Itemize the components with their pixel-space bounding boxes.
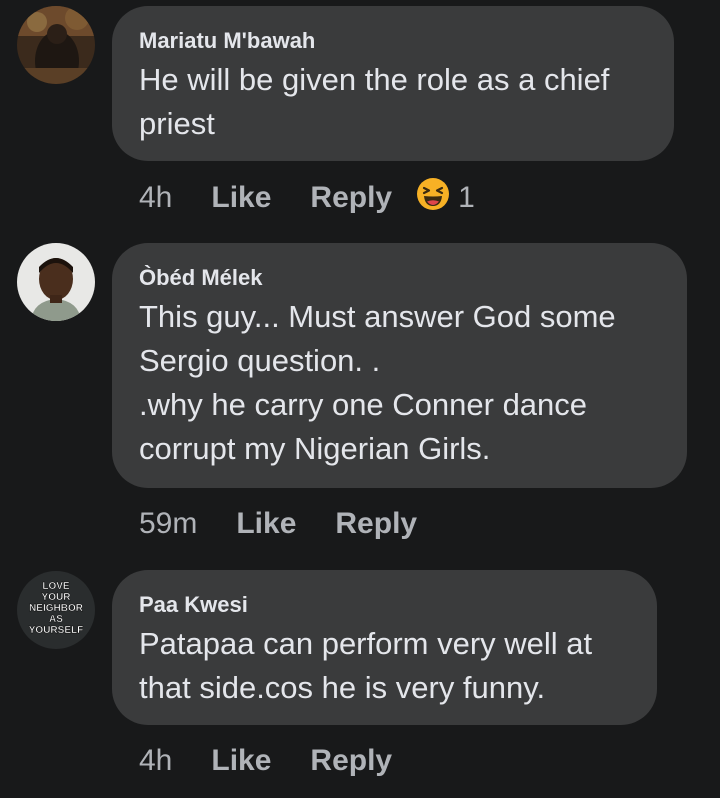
comment-author[interactable]: Paa Kwesi <box>139 592 631 618</box>
avatar[interactable] <box>17 243 95 321</box>
reaction-count: 1 <box>458 181 475 214</box>
comment-actions: 4h Like Reply 1 <box>139 178 475 218</box>
comment-text: Patapaa can perform very well at that si… <box>139 626 593 705</box>
avatar[interactable]: LOVE YOUR NEIGHBOR AS YOURSELF <box>17 571 95 649</box>
like-button[interactable]: Like <box>236 507 296 541</box>
comment-bubble: Òbéd Mélek This guy... Must answer God s… <box>112 243 687 488</box>
avatar-text: NEIGHBOR <box>29 603 84 614</box>
comment-text: This guy... Must answer God some Sergio … <box>139 299 616 466</box>
comment-bubble: Paa Kwesi Patapaa can perform very well … <box>112 570 657 725</box>
avatar-photo <box>17 243 95 321</box>
avatar[interactable] <box>17 6 95 84</box>
avatar-text: AS <box>49 614 63 625</box>
avatar-text: YOURSELF <box>29 625 83 636</box>
comment-author[interactable]: Mariatu M'bawah <box>139 28 648 54</box>
avatar-photo <box>17 6 95 84</box>
comment-bubble: Mariatu M'bawah He will be given the rol… <box>112 6 674 161</box>
avatar-photo: LOVE YOUR NEIGHBOR AS YOURSELF <box>17 571 95 649</box>
comment-timestamp[interactable]: 59m <box>139 507 197 541</box>
comment-timestamp[interactable]: 4h <box>139 181 172 215</box>
comment-actions: 4h Like Reply <box>139 741 392 781</box>
avatar-text: LOVE <box>42 581 70 592</box>
comment-author[interactable]: Òbéd Mélek <box>139 265 661 291</box>
comment-timestamp[interactable]: 4h <box>139 744 172 778</box>
haha-emoji-icon <box>416 177 450 219</box>
like-button[interactable]: Like <box>211 181 271 215</box>
reply-button[interactable]: Reply <box>310 181 392 215</box>
avatar-text: YOUR <box>42 592 72 603</box>
reply-button[interactable]: Reply <box>335 507 417 541</box>
comment-actions: 59m Like Reply <box>139 504 417 544</box>
like-button[interactable]: Like <box>211 744 271 778</box>
reaction-summary[interactable]: 1 <box>416 177 475 219</box>
comment-text: He will be given the role as a chief pri… <box>139 62 610 141</box>
reply-button[interactable]: Reply <box>310 744 392 778</box>
